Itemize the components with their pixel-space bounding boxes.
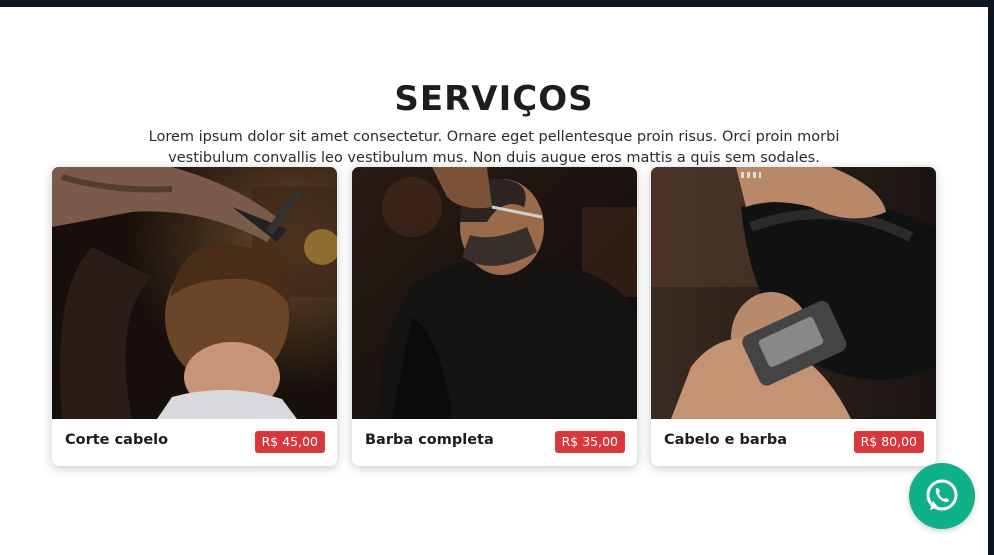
haircut-photo [52, 167, 337, 419]
beard-trim-photo [352, 167, 637, 419]
scrollbar-track[interactable] [988, 0, 994, 555]
service-name: Barba completa [365, 432, 494, 448]
section-title: SERVIÇOS [394, 78, 594, 119]
hair-and-beard-photo [651, 167, 936, 419]
whatsapp-icon [926, 479, 958, 511]
price-badge: R$ 80,00 [853, 431, 924, 453]
service-card-cabelo-e-barba[interactable]: Cabelo e barba R$ 80,00 [651, 167, 936, 466]
price-badge: R$ 45,00 [254, 431, 325, 453]
section-description: Lorem ipsum dolor sit amet consectetur. … [148, 128, 840, 166]
whatsapp-button[interactable] [909, 463, 975, 529]
price-badge: R$ 35,00 [554, 431, 625, 453]
top-frame-bar [0, 0, 994, 7]
service-card-barba-completa[interactable]: Barba completa R$ 35,00 [352, 167, 637, 466]
service-name: Cabelo e barba [664, 432, 787, 448]
service-card-corte-cabelo[interactable]: Corte cabelo R$ 45,00 [52, 167, 337, 466]
service-name: Corte cabelo [65, 432, 169, 448]
